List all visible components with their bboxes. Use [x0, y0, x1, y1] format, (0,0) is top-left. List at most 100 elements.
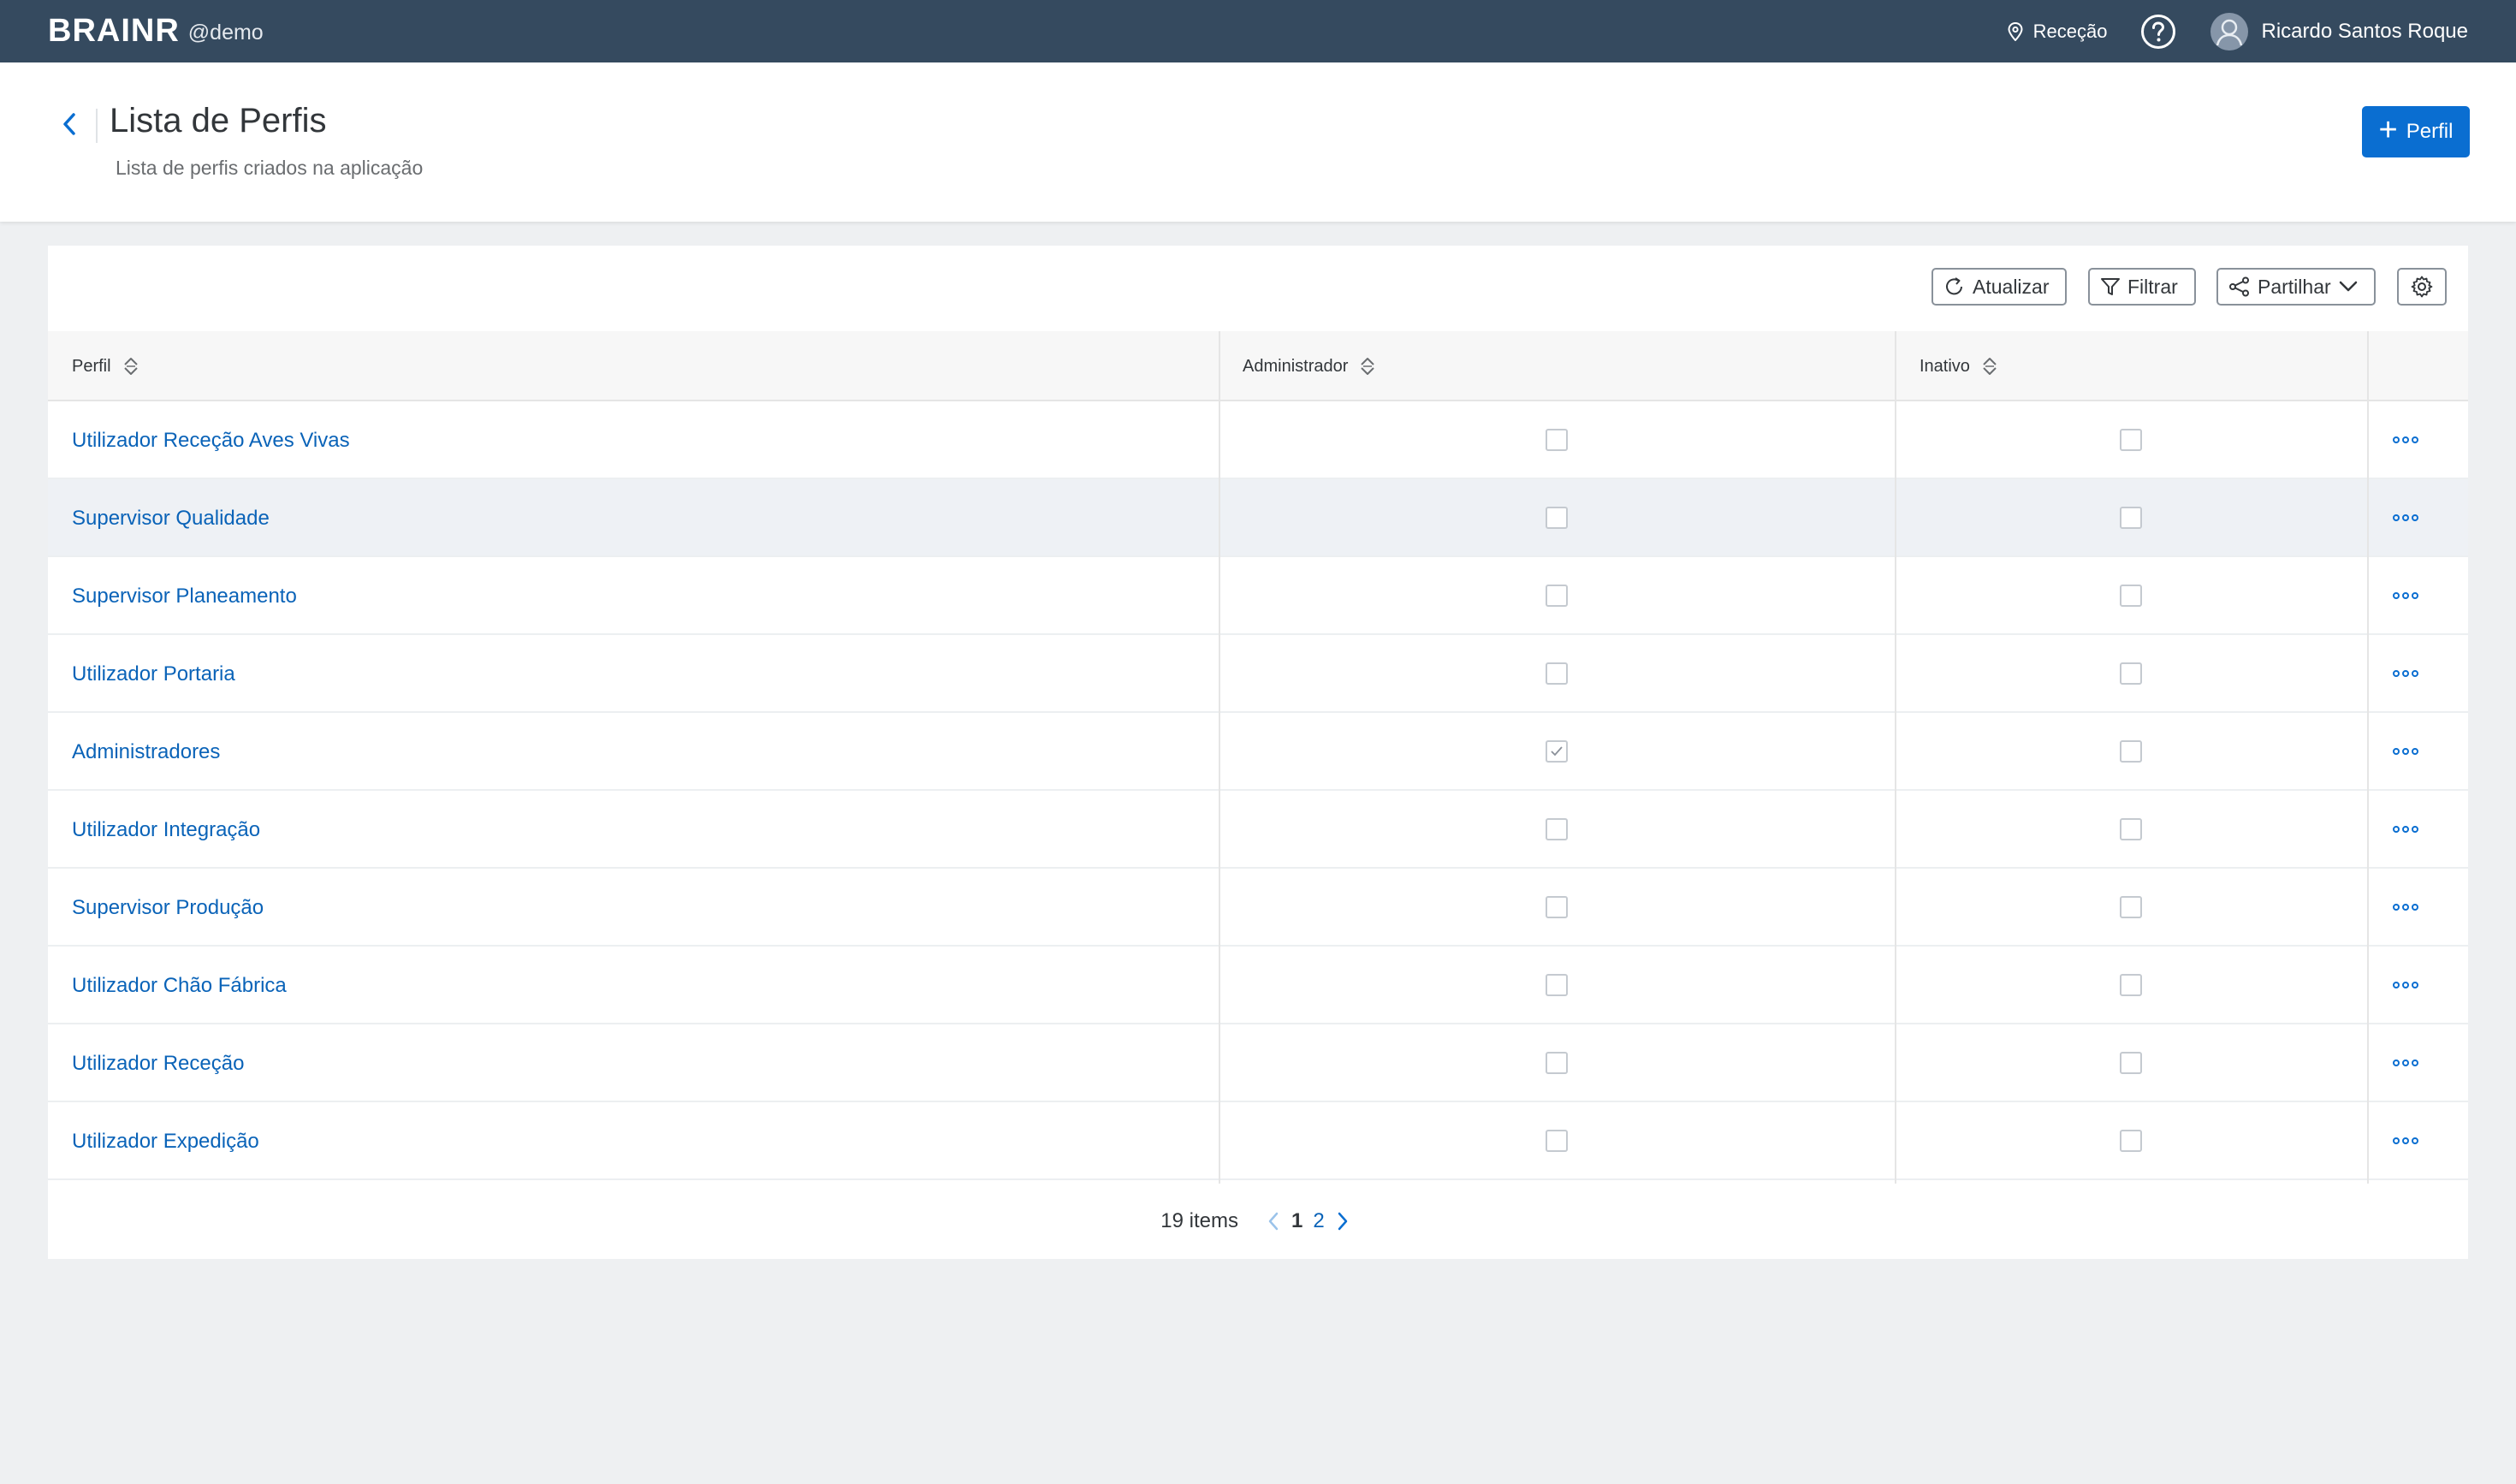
- prev-page-button[interactable]: [1267, 1212, 1279, 1231]
- tenant-label: @demo: [187, 21, 264, 45]
- admin-checkbox: [1546, 740, 1568, 763]
- question-circle-icon: [2140, 14, 2175, 49]
- table-row[interactable]: Utilizador Integração: [48, 791, 2468, 869]
- profile-name-link[interactable]: Utilizador Receção Aves Vivas: [72, 401, 350, 479]
- column-separator: [1895, 331, 1896, 1184]
- row-actions-button[interactable]: [2393, 1137, 2418, 1145]
- inactive-checkbox: [2120, 740, 2142, 763]
- more-horizontal-icon: [2393, 748, 2418, 755]
- profile-name-link[interactable]: Administradores: [72, 713, 220, 791]
- refresh-button[interactable]: Atualizar: [1932, 268, 2067, 306]
- sort-icon: [123, 358, 138, 375]
- profile-name-link[interactable]: Utilizador Receção: [72, 1024, 244, 1102]
- row-actions-button[interactable]: [2393, 747, 2418, 756]
- page-subtitle: Lista de perfis criados na aplicação: [116, 157, 424, 179]
- more-horizontal-icon: [2393, 514, 2418, 521]
- profile-name-link[interactable]: Utilizador Expedição: [72, 1102, 259, 1180]
- table-row[interactable]: Supervisor Produção: [48, 869, 2468, 947]
- add-profile-label: Perfil: [2406, 120, 2454, 143]
- column-header-label: Administrador: [1243, 356, 1349, 376]
- location-selector[interactable]: Receção: [2008, 21, 2108, 43]
- profile-name-link[interactable]: Supervisor Planeamento: [72, 557, 297, 635]
- table-toolbar: Atualizar Filtrar Partilhar: [48, 246, 2468, 331]
- back-button[interactable]: [56, 107, 82, 141]
- chevron-down-icon: [2339, 281, 2357, 292]
- brand-logo[interactable]: BRAINR: [48, 13, 180, 50]
- row-actions-button[interactable]: [2393, 1059, 2418, 1067]
- admin-checkbox: [1546, 1130, 1568, 1152]
- page-1-button[interactable]: 1: [1291, 1209, 1303, 1233]
- more-horizontal-icon: [2393, 904, 2418, 911]
- column-header-administrador[interactable]: Administrador: [1243, 331, 1375, 401]
- column-header-label: Perfil: [72, 356, 111, 376]
- next-page-button[interactable]: [1337, 1212, 1349, 1231]
- table-row[interactable]: Utilizador Receção Aves Vivas: [48, 401, 2468, 479]
- checkmark-icon: [1551, 746, 1563, 757]
- table-settings-button[interactable]: [2397, 268, 2447, 306]
- inactive-checkbox: [2120, 585, 2142, 607]
- plus-icon: +: [2378, 112, 2398, 148]
- row-actions-button[interactable]: [2393, 825, 2418, 834]
- filter-icon: [2101, 278, 2120, 295]
- column-header-perfil[interactable]: Perfil: [72, 331, 139, 401]
- profiles-table-card: Atualizar Filtrar Partilhar Perfil Admin…: [48, 246, 2468, 1259]
- admin-checkbox: [1546, 896, 1568, 918]
- profile-name-link[interactable]: Utilizador Integração: [72, 791, 260, 869]
- inactive-checkbox: [2120, 818, 2142, 840]
- add-profile-button[interactable]: + Perfil: [2362, 106, 2470, 157]
- inactive-checkbox: [2120, 1130, 2142, 1152]
- inactive-checkbox: [2120, 662, 2142, 685]
- table-row[interactable]: Supervisor Planeamento: [48, 557, 2468, 635]
- table-row[interactable]: Utilizador Receção: [48, 1024, 2468, 1102]
- inactive-checkbox: [2120, 507, 2142, 529]
- admin-checkbox: [1546, 1052, 1568, 1074]
- gear-icon: [2411, 276, 2433, 298]
- profile-name-link[interactable]: Utilizador Chão Fábrica: [72, 947, 287, 1024]
- more-horizontal-icon: [2393, 1060, 2418, 1066]
- help-button[interactable]: [2140, 14, 2176, 50]
- admin-checkbox: [1546, 974, 1568, 996]
- share-label: Partilhar: [2258, 275, 2331, 298]
- more-horizontal-icon: [2393, 826, 2418, 833]
- table-row[interactable]: Administradores: [48, 713, 2468, 791]
- row-actions-button[interactable]: [2393, 669, 2418, 678]
- admin-checkbox: [1546, 585, 1568, 607]
- profile-name-link[interactable]: Utilizador Portaria: [72, 635, 235, 713]
- row-actions-button[interactable]: [2393, 591, 2418, 600]
- page-title: Lista de Perfis: [110, 102, 327, 139]
- share-icon: [2229, 276, 2249, 297]
- profile-name-link[interactable]: Supervisor Qualidade: [72, 479, 270, 557]
- table-row[interactable]: Utilizador Portaria: [48, 635, 2468, 713]
- admin-checkbox: [1546, 507, 1568, 529]
- items-count: 19 items: [1160, 1209, 1238, 1232]
- row-actions-button[interactable]: [2393, 981, 2418, 989]
- page-header: Lista de Perfis Lista de perfis criados …: [0, 62, 2516, 222]
- table-row[interactable]: Supervisor Qualidade: [48, 479, 2468, 557]
- table-row[interactable]: Utilizador Expedição: [48, 1102, 2468, 1180]
- column-header-inativo[interactable]: Inativo: [1920, 331, 1997, 401]
- pagination: 19 items 1 2: [48, 1184, 2468, 1259]
- more-horizontal-icon: [2393, 436, 2418, 443]
- location-label: Receção: [2032, 20, 2108, 42]
- share-button[interactable]: Partilhar: [2216, 268, 2376, 306]
- row-actions-button[interactable]: [2393, 513, 2418, 522]
- profile-name-link[interactable]: Supervisor Produção: [72, 869, 264, 947]
- shell-bar: BRAINR @demo Receção Ricardo Santos Roqu…: [0, 0, 2516, 62]
- user-avatar-icon: [2210, 12, 2248, 50]
- inactive-checkbox: [2120, 896, 2142, 918]
- user-menu[interactable]: Ricardo Santos Roque: [2210, 12, 2468, 50]
- sort-icon: [1361, 358, 1375, 375]
- row-actions-button[interactable]: [2393, 903, 2418, 911]
- more-horizontal-icon: [2393, 670, 2418, 677]
- table-header: Perfil Administrador Inativo: [48, 331, 2468, 401]
- page-2-button[interactable]: 2: [1313, 1209, 1324, 1233]
- shell-actions: Receção Ricardo Santos Roque: [2008, 0, 2468, 62]
- chevron-left-icon: [1268, 1212, 1279, 1231]
- table-row[interactable]: Utilizador Chão Fábrica: [48, 947, 2468, 1024]
- filter-button[interactable]: Filtrar: [2088, 268, 2196, 306]
- chevron-left-icon: [63, 113, 75, 135]
- column-separator: [2367, 331, 2369, 1184]
- user-name: Ricardo Santos Roque: [2261, 19, 2468, 43]
- admin-checkbox: [1546, 429, 1568, 451]
- row-actions-button[interactable]: [2393, 436, 2418, 444]
